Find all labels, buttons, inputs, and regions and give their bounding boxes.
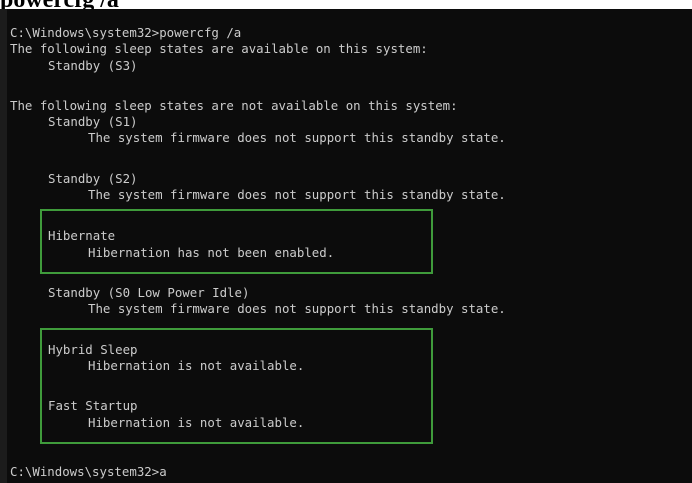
unavailable-state-hybrid-sleep: Hybrid Sleep xyxy=(48,342,138,357)
unavailable-states-heading: The following sleep states are not avail… xyxy=(10,98,458,113)
unavailable-state-reason: The system firmware does not support thi… xyxy=(88,187,506,202)
unavailable-state-reason: Hibernation is not available. xyxy=(88,358,305,373)
command-prompt-console[interactable]: C:\Windows\system32>powercfg /a The foll… xyxy=(0,9,692,483)
unavailable-state-reason: The system firmware does not support thi… xyxy=(88,130,506,145)
unavailable-state-reason: Hibernation has not been enabled. xyxy=(88,245,335,260)
screenshot-page: powercfg /a C:\Windows\system32>powercfg… xyxy=(0,0,692,483)
command-prompt-input-line[interactable]: C:\Windows\system32>a xyxy=(10,463,167,480)
unavailable-state-standby-s1: Standby (S1) xyxy=(48,114,138,129)
available-state-standby-s3: Standby (S3) xyxy=(48,58,138,73)
command-line: C:\Windows\system32>powercfg /a xyxy=(10,25,242,40)
unavailable-state-standby-s0: Standby (S0 Low Power Idle) xyxy=(48,285,250,300)
unavailable-state-fast-startup: Fast Startup xyxy=(48,398,138,413)
unavailable-state-standby-s2: Standby (S2) xyxy=(48,171,138,186)
unavailable-state-reason: The system firmware does not support thi… xyxy=(88,301,506,316)
unavailable-state-reason: Hibernation is not available. xyxy=(88,415,305,430)
unavailable-state-hibernate: Hibernate xyxy=(48,228,116,243)
console-edge-strip xyxy=(0,9,7,483)
available-states-heading: The following sleep states are available… xyxy=(10,41,428,56)
